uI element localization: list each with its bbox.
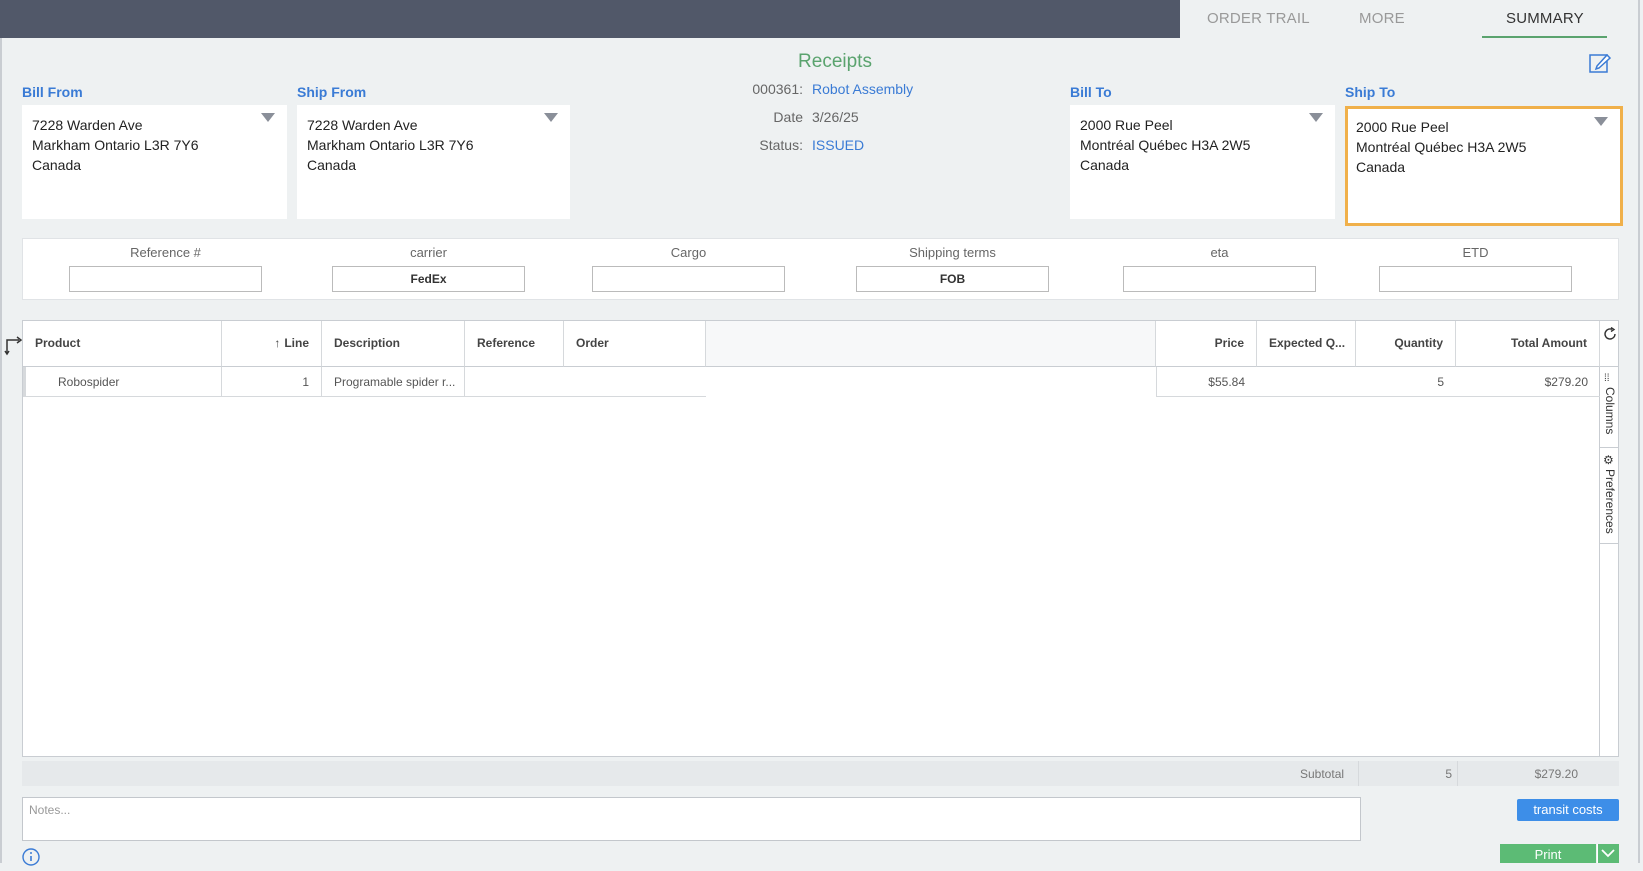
chevron-down-icon[interactable] [261,113,275,122]
bill-to-address[interactable]: 2000 Rue Peel Montréal Québec H3A 2W5 Ca… [1070,105,1335,219]
shipping-terms-input[interactable]: FOB [856,266,1049,292]
columns-icon: ⁞⁞ [1604,373,1610,384]
divider [1600,447,1619,448]
ship-from-address[interactable]: 7228 Warden Ave Markham Ontario L3R 7Y6 … [297,105,570,219]
preferences-panel-toggle[interactable]: ⚙ Preferences [1600,451,1619,541]
grid-side-panel: ⁞⁞ Columns ⚙ Preferences [1600,320,1619,757]
edit-icon[interactable] [1589,52,1612,74]
carrier-label: carrier [410,245,447,260]
left-border [0,38,2,863]
notes-field[interactable]: Notes... [22,797,1361,841]
refresh-icon[interactable] [1603,326,1617,341]
row-expected-qty[interactable] [1257,367,1356,397]
preferences-label: Preferences [1603,469,1617,534]
gear-icon: ⚙ [1603,453,1614,467]
subtotal-bar: Subtotal 5 $279.20 [22,761,1619,786]
tab-more[interactable]: MORE [1359,10,1405,27]
active-tab-indicator [1482,36,1607,38]
address-line: Markham Ontario L3R 7Y6 [32,137,199,153]
bill-to-label: Bill To [1070,84,1112,100]
etd-input[interactable] [1379,266,1572,292]
address-line: 7228 Warden Ave [307,117,418,133]
cargo-label: Cargo [670,245,707,260]
column-header-expected-qty[interactable]: Expected Q... [1257,321,1356,367]
status-value: ISSUED [812,137,865,153]
ship-to-address[interactable]: 2000 Rue Peel Montréal Québec H3A 2W5 Ca… [1345,106,1623,226]
row-product[interactable]: Robospider [23,367,222,397]
reference-label: Reference # [130,245,201,260]
row-reference[interactable] [465,367,564,397]
bill-from-address[interactable]: 7228 Warden Ave Markham Ontario L3R 7Y6 … [22,105,287,219]
address-line: Markham Ontario L3R 7Y6 [307,137,474,153]
column-header-reference[interactable]: Reference [465,321,564,367]
etd-label: ETD [1462,245,1489,260]
info-icon[interactable] [22,848,40,866]
address-line: Canada [1356,159,1406,175]
row-price[interactable]: $55.84 [1156,367,1257,397]
column-header-spacer [706,321,1156,367]
subtotal-total: $279.20 [1534,767,1578,781]
address-line: Canada [1080,157,1130,173]
divider [1600,366,1619,367]
cargo-input[interactable] [592,266,785,292]
address-line: Montréal Québec H3A 2W5 [1080,137,1251,153]
subtotal-label: Subtotal [1300,767,1345,781]
address-line: 7228 Warden Ave [32,117,143,133]
subtotal-quantity: 5 [1445,767,1452,781]
address-line: Canada [307,157,357,173]
transit-costs-button[interactable]: transit costs [1517,799,1619,821]
expand-arrow-icon[interactable] [4,336,23,356]
address-line: 2000 Rue Peel [1356,119,1449,135]
print-button[interactable]: Print [1500,844,1596,863]
column-header-product[interactable]: Product [23,321,222,367]
column-header-description[interactable]: Description [322,321,465,367]
chevron-down-icon[interactable] [1594,117,1608,126]
date-label: Date [773,109,803,125]
shipping-details-panel: Reference # carrier FedEx Cargo Shipping… [22,238,1619,300]
eta-input[interactable] [1123,266,1316,292]
row-quantity[interactable]: 5 [1356,367,1456,397]
chevron-down-icon [1601,849,1615,858]
bill-from-label: Bill From [22,84,83,100]
row-order[interactable] [564,367,706,397]
print-options-button[interactable] [1597,844,1619,863]
column-header-line[interactable]: ↑ Line [222,321,322,367]
order-number: 000361: [752,81,803,97]
columns-label: Columns [1603,387,1617,435]
address-line: Montréal Québec H3A 2W5 [1356,139,1527,155]
column-header-line-label: Line [284,336,309,350]
reference-input[interactable] [69,266,262,292]
line-items-grid: Product ↑ Line Description Reference Orde… [22,320,1600,757]
carrier-input[interactable]: FedEx [332,266,525,292]
divider [1358,761,1359,786]
eta-label: eta [1210,245,1229,260]
divider [1600,543,1619,544]
chevron-down-icon[interactable] [1309,113,1323,122]
order-name-link[interactable]: Robot Assembly [812,81,913,97]
ship-to-label: Ship To [1345,84,1396,100]
column-header-price[interactable]: Price [1156,321,1257,367]
column-header-quantity[interactable]: Quantity [1356,321,1456,367]
status-label: Status: [759,137,803,153]
tab-summary[interactable]: SUMMARY [1506,10,1584,27]
ship-from-label: Ship From [297,84,367,100]
date-value: 3/26/25 [812,109,859,125]
tab-order-trail[interactable]: ORDER TRAIL [1207,10,1310,27]
page-title: Receipts [798,51,872,72]
shipping-terms-label: Shipping terms [909,245,996,260]
address-line: 2000 Rue Peel [1080,117,1173,133]
divider [1457,761,1458,786]
chevron-down-icon[interactable] [544,113,558,122]
row-line[interactable]: 1 [222,367,322,397]
column-header-total-amount[interactable]: Total Amount [1456,321,1600,367]
columns-panel-toggle[interactable]: ⁞⁞ Columns [1600,369,1619,449]
column-header-order[interactable]: Order [564,321,706,367]
sort-ascending-icon: ↑ [274,336,281,350]
top-bar [0,0,1180,38]
row-description[interactable]: Programable spider r... [322,367,465,397]
address-line: Canada [32,157,82,173]
row-total-amount[interactable]: $279.20 [1456,367,1600,397]
